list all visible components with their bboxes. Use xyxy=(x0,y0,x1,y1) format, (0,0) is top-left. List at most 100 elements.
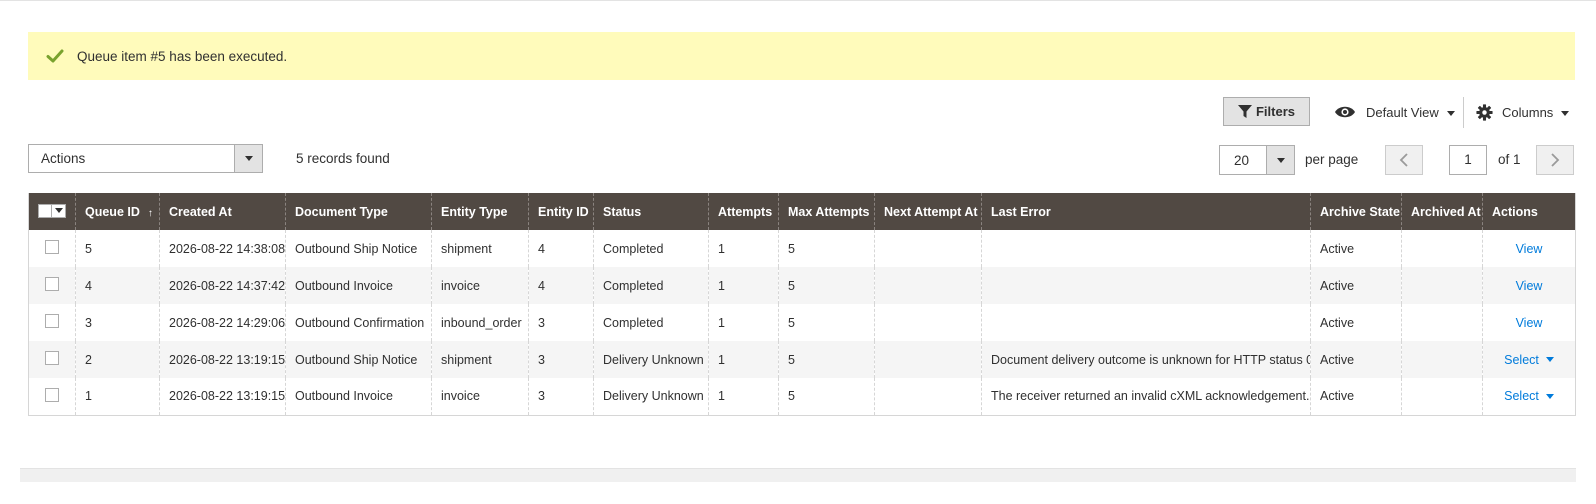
previous-page-button[interactable] xyxy=(1385,145,1423,175)
row-checkbox[interactable] xyxy=(45,277,59,291)
cell-queue-id: 5 xyxy=(75,230,160,267)
column-archive-state[interactable]: Archive State xyxy=(1310,193,1402,230)
column-attempts[interactable]: Attempts xyxy=(708,193,779,230)
per-page-select[interactable]: 20 xyxy=(1219,145,1295,175)
cell-entity-id: 4 xyxy=(528,230,594,267)
message-text: Queue item #5 has been executed. xyxy=(77,48,288,64)
cell-archive-state: Active xyxy=(1310,230,1402,267)
mass-select-checkbox[interactable] xyxy=(38,203,66,218)
view-link[interactable]: View xyxy=(1516,242,1543,256)
filters-label: Filters xyxy=(1255,104,1295,119)
filters-button[interactable]: Filters xyxy=(1223,97,1310,126)
grid-header-row: Queue ID ↑ Created At Document Type Entit… xyxy=(28,193,1576,230)
chevron-down-icon xyxy=(1545,357,1554,362)
table-row: 1 2026-08-22 13:19:15 Outbound Invoice i… xyxy=(28,378,1576,415)
select-actions-dropdown[interactable]: Select xyxy=(1504,353,1554,367)
chevron-right-icon xyxy=(1551,153,1560,167)
queue-grid: Queue ID ↑ Created At Document Type Entit… xyxy=(28,193,1576,416)
row-checkbox[interactable] xyxy=(45,240,59,254)
cell-attempts: 1 xyxy=(708,341,779,378)
check-icon xyxy=(46,49,64,63)
chevron-down-icon xyxy=(1446,111,1455,116)
cell-archived-at xyxy=(1401,230,1483,267)
column-entity-type[interactable]: Entity Type xyxy=(431,193,529,230)
row-checkbox[interactable] xyxy=(45,387,59,402)
cell-next-attempt-at xyxy=(874,378,982,415)
cell-created-at: 2026-08-22 14:37:42 xyxy=(159,267,286,304)
column-max-attempts[interactable]: Max Attempts xyxy=(778,193,875,230)
sort-ascending-icon: ↑ xyxy=(147,207,153,219)
eye-icon xyxy=(1335,106,1355,118)
column-next-attempt-at[interactable]: Next Attempt At xyxy=(874,193,982,230)
next-page-button[interactable] xyxy=(1536,145,1574,175)
current-page-input[interactable]: 1 xyxy=(1449,145,1487,175)
cell-last-error xyxy=(981,304,1311,341)
view-link[interactable]: View xyxy=(1516,316,1543,330)
cell-created-at: 2026-08-22 14:29:06 xyxy=(159,304,286,341)
cell-entity-id: 3 xyxy=(528,341,594,378)
cell-last-error: The receiver returned an invalid cXML ac… xyxy=(981,378,1311,415)
cell-attempts: 1 xyxy=(708,378,779,415)
cell-last-error xyxy=(981,267,1311,304)
cell-created-at: 2026-08-22 13:19:15 xyxy=(159,378,286,415)
cell-document-type: Outbound Invoice xyxy=(285,267,432,304)
cell-queue-id: 1 xyxy=(75,378,160,415)
column-status[interactable]: Status xyxy=(593,193,709,230)
row-checkbox[interactable] xyxy=(45,314,59,328)
cell-max-attempts: 5 xyxy=(778,230,875,267)
chevron-down-icon xyxy=(1545,393,1554,399)
horizontal-scrollbar[interactable] xyxy=(20,468,1576,482)
cell-status: Completed xyxy=(593,267,709,304)
column-created-at[interactable]: Created At xyxy=(159,193,286,230)
table-row: 3 2026-08-22 14:29:06 Outbound Confirmat… xyxy=(28,304,1576,341)
cell-entity-type: shipment xyxy=(431,230,529,267)
cell-attempts: 1 xyxy=(708,267,779,304)
row-checkbox[interactable] xyxy=(45,351,59,365)
columns-control[interactable]: Columns xyxy=(1476,100,1570,124)
mass-actions-select[interactable]: Actions xyxy=(28,144,263,173)
gear-icon xyxy=(1476,103,1493,121)
column-actions: Actions xyxy=(1482,193,1576,230)
cell-entity-id: 3 xyxy=(528,304,594,341)
cell-entity-id: 4 xyxy=(528,267,594,304)
column-entity-id[interactable]: Entity ID xyxy=(528,193,594,230)
cell-status: Delivery Unknown xyxy=(593,378,709,415)
view-link[interactable]: View xyxy=(1516,279,1543,293)
column-document-type[interactable]: Document Type xyxy=(285,193,432,230)
chevron-down-icon xyxy=(244,156,253,161)
cell-max-attempts: 5 xyxy=(778,304,875,341)
cell-next-attempt-at xyxy=(874,341,982,378)
column-archived-at[interactable]: Archived At xyxy=(1401,193,1483,230)
cell-status: Completed xyxy=(593,304,709,341)
table-row: 4 2026-08-22 14:37:42 Outbound Invoice i… xyxy=(28,267,1576,304)
cell-attempts: 1 xyxy=(708,304,779,341)
cell-last-error xyxy=(981,230,1311,267)
cell-archived-at xyxy=(1401,304,1483,341)
funnel-icon xyxy=(1237,104,1252,118)
cell-archive-state: Active xyxy=(1310,378,1402,415)
cell-document-type: Outbound Ship Notice xyxy=(285,230,432,267)
cell-attempts: 1 xyxy=(708,230,779,267)
select-actions-dropdown[interactable]: Select xyxy=(1504,389,1554,403)
per-page-label: per page xyxy=(1305,152,1359,167)
table-row: 2 2026-08-22 13:19:15 Outbound Ship Noti… xyxy=(28,341,1576,378)
chevron-down-icon xyxy=(54,208,63,213)
column-queue-id[interactable]: Queue ID ↑ xyxy=(75,193,160,230)
cell-archived-at xyxy=(1401,341,1483,378)
cell-next-attempt-at xyxy=(874,267,982,304)
cell-archived-at xyxy=(1401,267,1483,304)
per-page-toggle[interactable] xyxy=(1266,146,1294,174)
total-pages-label: of 1 xyxy=(1498,152,1521,167)
cell-next-attempt-at xyxy=(874,304,982,341)
column-last-error[interactable]: Last Error xyxy=(981,193,1311,230)
cell-max-attempts: 5 xyxy=(778,267,875,304)
cell-archive-state: Active xyxy=(1310,304,1402,341)
actions-select-toggle[interactable] xyxy=(234,145,262,172)
cell-last-error: Document delivery outcome is unknown for… xyxy=(981,341,1311,378)
table-row: 5 2026-08-22 14:38:08 Outbound Ship Noti… xyxy=(28,230,1576,267)
cell-created-at: 2026-08-22 14:38:08 xyxy=(159,230,286,267)
cell-queue-id: 3 xyxy=(75,304,160,341)
mass-select-header xyxy=(28,193,76,230)
cell-max-attempts: 5 xyxy=(778,341,875,378)
view-switcher[interactable]: Default View xyxy=(1334,100,1455,124)
